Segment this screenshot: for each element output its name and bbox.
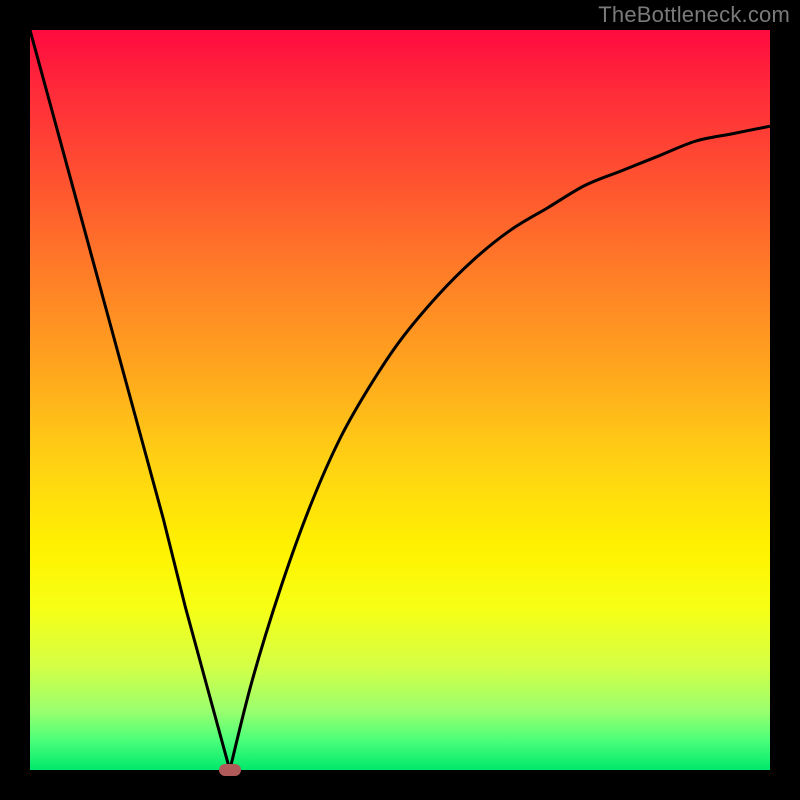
left-branch-path	[30, 30, 230, 770]
curve-svg	[30, 30, 770, 770]
minimum-marker	[219, 764, 241, 776]
watermark-text: TheBottleneck.com	[598, 2, 790, 28]
plot-area	[30, 30, 770, 770]
right-branch-path	[230, 126, 770, 770]
outer-frame: TheBottleneck.com	[0, 0, 800, 800]
